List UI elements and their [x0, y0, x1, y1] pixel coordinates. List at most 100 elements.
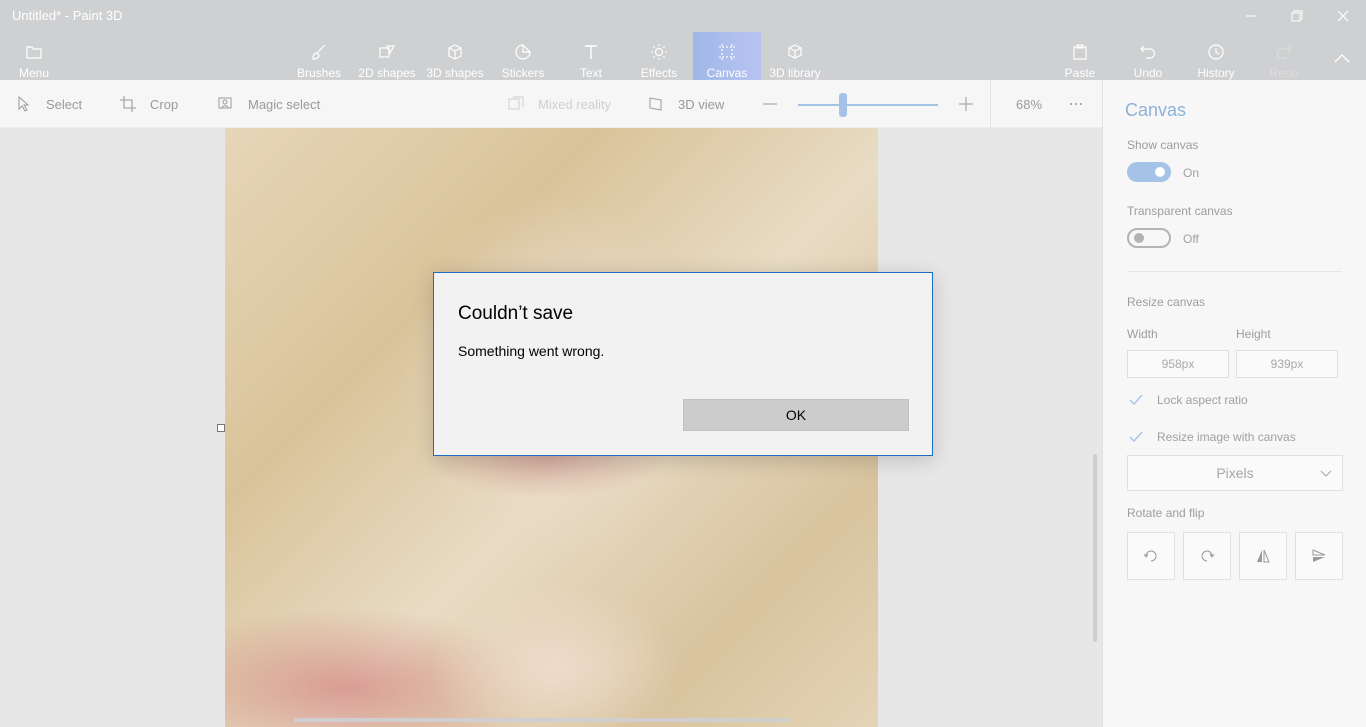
- history-label: History: [1197, 66, 1235, 80]
- dialog-message: Something went wrong.: [458, 343, 605, 359]
- flip-horizontal-icon: [1257, 549, 1270, 563]
- undo-button[interactable]: Undo: [1126, 32, 1170, 80]
- mixed-reality-icon: [508, 96, 524, 110]
- zoom-percent: 68%: [1016, 80, 1042, 128]
- rotate-flip-label: Rotate and flip: [1127, 506, 1205, 520]
- clipboard-icon: [1073, 44, 1087, 60]
- tab-label: Brushes: [296, 66, 342, 80]
- folder-icon: [26, 46, 42, 59]
- tab-3d-library[interactable]: 3D library: [766, 32, 824, 80]
- redo-icon: [1276, 45, 1292, 59]
- plus-icon: [959, 97, 973, 111]
- title-bar: Untitled* - Paint 3D: [0, 0, 1366, 32]
- crop-icon: [120, 96, 136, 112]
- 3d-view-icon: [649, 97, 662, 111]
- tab-brushes[interactable]: Brushes: [292, 32, 346, 80]
- units-value: Pixels: [1216, 465, 1254, 481]
- tab-effects[interactable]: Effects: [634, 32, 684, 80]
- cursor-icon: [18, 96, 30, 112]
- tab-label: 3D library: [769, 66, 821, 80]
- mixed-reality-button[interactable]: Mixed reality: [508, 80, 611, 128]
- menu-button[interactable]: Menu: [14, 32, 54, 80]
- transparent-canvas-state: Off: [1183, 232, 1199, 246]
- select-button[interactable]: Select: [16, 80, 82, 128]
- close-button[interactable]: [1320, 2, 1366, 30]
- checkmark-icon: [1129, 394, 1143, 406]
- magic-select-label: Magic select: [248, 96, 321, 112]
- vertical-scrollbar[interactable]: [1093, 454, 1097, 642]
- height-label: Height: [1236, 327, 1271, 341]
- flip-horizontal-button[interactable]: [1239, 532, 1287, 580]
- width-label: Width: [1127, 327, 1158, 341]
- ok-label: OK: [785, 407, 807, 423]
- paste-button[interactable]: Paste: [1058, 32, 1102, 80]
- tab-label: Effects: [640, 66, 678, 80]
- 3d-view-label: 3D view: [678, 96, 725, 112]
- transparent-canvas-toggle[interactable]: [1127, 228, 1171, 248]
- sticker-icon: [515, 44, 531, 60]
- resize-handle[interactable]: [217, 424, 225, 432]
- error-dialog: Couldn’t save Something went wrong. OK: [433, 272, 933, 456]
- menu-label: Menu: [18, 66, 50, 80]
- chevron-down-icon: [1320, 470, 1332, 477]
- minimize-button[interactable]: [1228, 2, 1274, 30]
- paste-label: Paste: [1064, 66, 1096, 80]
- resize-image-label: Resize image with canvas: [1157, 430, 1296, 444]
- lock-aspect-checkbox[interactable]: Lock aspect ratio: [1127, 391, 1248, 409]
- toolbar-divider: [990, 80, 991, 128]
- tab-3d-shapes[interactable]: 3D shapes: [424, 32, 486, 80]
- rotate-right-button[interactable]: [1183, 532, 1231, 580]
- undo-icon: [1140, 45, 1156, 59]
- tab-label: Stickers: [501, 66, 545, 80]
- minimize-icon: [1246, 15, 1256, 17]
- width-field[interactable]: 958px: [1127, 350, 1229, 378]
- tab-2d-shapes[interactable]: 2D shapes: [356, 32, 418, 80]
- units-dropdown[interactable]: Pixels: [1127, 455, 1343, 491]
- resize-image-checkbox[interactable]: Resize image with canvas: [1127, 428, 1296, 446]
- brush-icon: [312, 44, 326, 60]
- select-label: Select: [46, 96, 83, 112]
- tab-text[interactable]: Text: [566, 32, 616, 80]
- canvas-panel: Canvas Show canvas On Transparent canvas…: [1102, 80, 1366, 727]
- tab-canvas[interactable]: Canvas: [693, 32, 761, 80]
- redo-button[interactable]: Redo: [1262, 32, 1306, 80]
- more-options-button[interactable]: [1068, 80, 1098, 128]
- zoom-out-button[interactable]: [762, 80, 792, 128]
- show-canvas-label: Show canvas: [1127, 138, 1199, 152]
- close-icon: [1337, 10, 1349, 22]
- collapse-ribbon-button[interactable]: [1328, 32, 1356, 80]
- horizontal-scrollbar[interactable]: [294, 718, 790, 722]
- redo-label: Redo: [1269, 66, 1299, 80]
- rotate-left-button[interactable]: [1127, 532, 1175, 580]
- ribbon: Menu Brushes 2D shapes 3D shapes Sticker…: [0, 32, 1366, 80]
- panel-divider: [1127, 271, 1342, 272]
- dialog-title: Couldn’t save: [458, 303, 574, 324]
- ellipsis-icon: [1070, 103, 1082, 105]
- show-canvas-toggle[interactable]: [1127, 162, 1171, 182]
- restore-button[interactable]: [1274, 2, 1320, 30]
- width-value: 958px: [1161, 357, 1195, 371]
- rotate-right-icon: [1201, 550, 1215, 562]
- 3d-cube-icon: [448, 44, 462, 60]
- height-field[interactable]: 939px: [1236, 350, 1338, 378]
- 2d-shapes-icon: [379, 45, 396, 58]
- history-button[interactable]: History: [1192, 32, 1240, 80]
- show-canvas-state: On: [1183, 166, 1200, 180]
- chevron-up-icon: [1334, 54, 1350, 63]
- canvas-icon: [719, 44, 735, 60]
- zoom-in-button[interactable]: [958, 80, 988, 128]
- tab-label: 2D shapes: [358, 66, 416, 80]
- window-title: Untitled* - Paint 3D: [12, 8, 123, 23]
- zoom-slider-thumb[interactable]: [838, 93, 847, 117]
- minus-icon: [763, 103, 777, 105]
- text-icon: [585, 45, 597, 59]
- flip-vertical-button[interactable]: [1295, 532, 1343, 580]
- ok-button[interactable]: OK: [683, 399, 909, 431]
- crop-button[interactable]: Crop: [120, 80, 178, 128]
- magic-select-button[interactable]: Magic select: [218, 80, 320, 128]
- tab-stickers[interactable]: Stickers: [496, 32, 550, 80]
- 3d-view-button[interactable]: 3D view: [648, 80, 724, 128]
- zoom-slider-track[interactable]: [798, 104, 938, 106]
- restore-icon: [1291, 10, 1303, 22]
- checkmark-icon: [1129, 431, 1143, 443]
